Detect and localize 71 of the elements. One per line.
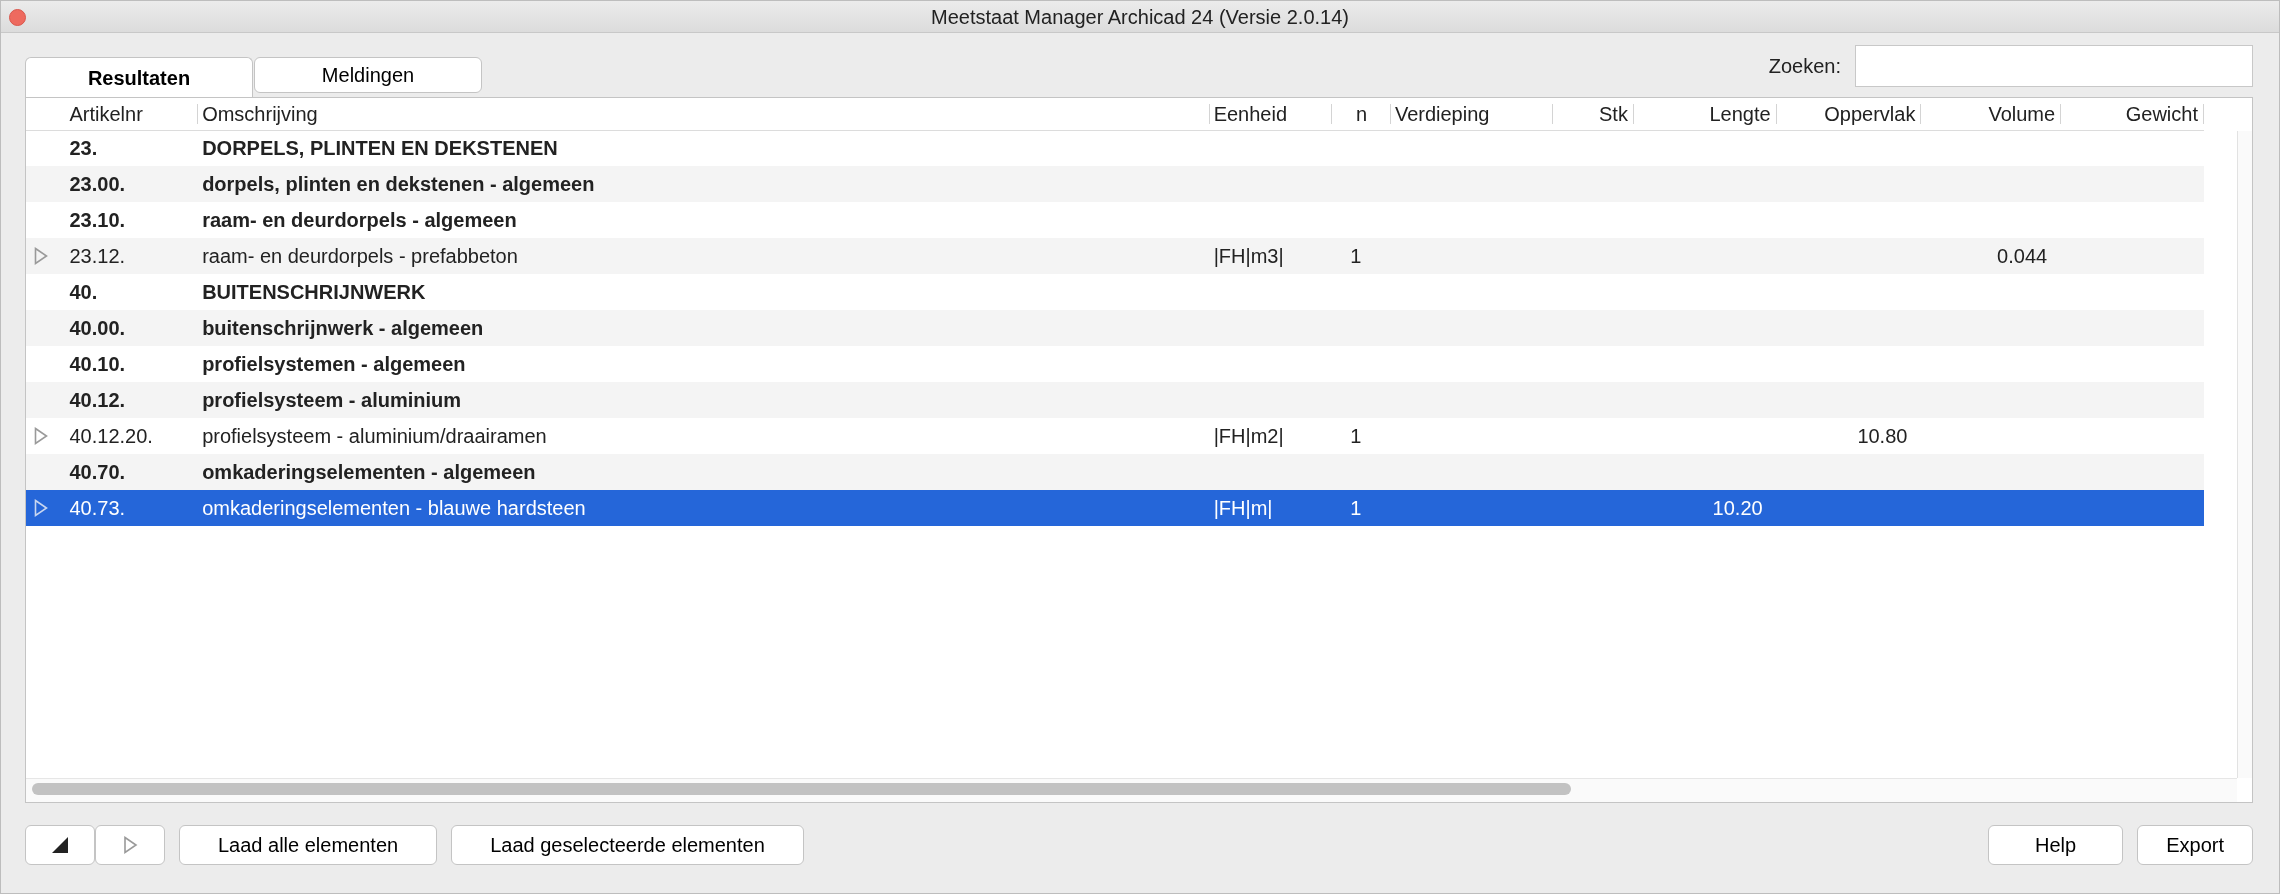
table-row[interactable]: 23. DORPELS, PLINTEN EN DEKSTENEN [26,130,2204,166]
scrollbar-thumb[interactable] [32,783,1572,795]
column-header[interactable]: Verdieping [1394,102,1490,125]
column-header[interactable]: Eenheid [1213,102,1288,125]
table-cell: 40.12.20. [69,425,153,447]
table-cell: 23.00. [69,173,126,195]
corner-triangle-icon [51,836,69,854]
table-cell: DORPELS, PLINTEN EN DEKSTENEN [202,137,558,160]
table-row[interactable]: 40. BUITENSCHRIJNWERK [26,274,2204,310]
table-cell: dorpels, plinten en dekstenen - algemeen [202,173,595,195]
horizontal-scrollbar[interactable] [26,778,2237,802]
table-row[interactable]: 40.10. profielsystemen - algemeen [26,346,2204,382]
column-header[interactable]: Lengte [1709,102,1771,125]
table-cell: 40.10. [69,353,126,375]
table-cell: 40.73. [69,497,126,519]
load-button[interactable]: Laad geselecteerde elementen [451,825,804,865]
table-row[interactable]: 23.12. raam- en deurdorpels - prefabbeton |FH|m3| 1 0.044 [26,238,2204,274]
window-title: Meetstaat Manager Archicad 24 (Versie 2.0.14) [931,4,1349,30]
close-button[interactable] [9,9,26,26]
table-row[interactable]: 23.00. dorpels, plinten en dekstenen - algemeen [26,166,2204,202]
column-header[interactable]: n [1355,102,1368,125]
table-cell: 10.20 [1712,497,1763,519]
table-row[interactable]: 40.00. buitenschrijnwerk - algemeen [26,310,2204,346]
table-cell: 1 [1350,425,1362,447]
table-cell: raam- en deurdorpels - algemeen [202,209,517,231]
column-header[interactable]: Oppervlak [1824,102,1916,125]
tab[interactable]: Resultaten [25,57,253,97]
table-cell: omkaderingselementen - algemeen [202,461,536,483]
table-cell: 40.70. [69,461,126,483]
table-cell: profielsysteem - aluminium [202,389,462,411]
table-cell: 23.12. [69,245,126,267]
table-cell: 23.10. [69,209,126,231]
table-cell: 1 [1350,497,1362,519]
table-cell: buitenschrijnwerk - algemeen [202,317,484,339]
export-button[interactable]: Export [2137,825,2253,865]
help-button[interactable]: Help [1988,825,2124,865]
column-header[interactable]: Volume [1988,102,2056,125]
table-cell: |FH|m2| [1213,425,1284,447]
table-cell: BUITENSCHRIJNWERK [202,281,426,303]
table-cell: 0.044 [1997,245,2048,267]
column-header[interactable]: Omschrijving [202,102,318,125]
table-row[interactable]: 40.12. profielsysteem - aluminium [26,382,2204,418]
tab[interactable]: Meldingen [254,57,482,93]
table-row[interactable]: 23.10. raam- en deurdorpels - algemeen [26,202,2204,238]
table-cell: 1 [1350,245,1362,267]
table-cell: 10.80 [1857,425,1908,447]
table-row[interactable]: 40.12.20. profielsysteem - aluminium/draairamen |FH|m2| 1 10.80 [26,418,2204,454]
table-cell: omkaderingselementen - blauwe hardsteen [202,497,586,519]
table-cell: 40.00. [69,317,126,339]
table-row[interactable]: 40.73. omkaderingselementen - blauwe hardsteen |FH|m| 1 10.20 [26,490,2204,526]
column-header[interactable]: Artikelnr [69,102,143,125]
expand-triangle-icon[interactable] [34,499,48,517]
table-cell: profielsysteem - aluminium/draairamen [202,425,547,447]
search-label: Zoeken: [1768,54,1841,79]
table-cell: raam- en deurdorpels - prefabbeton [202,245,518,267]
column-header[interactable]: Gewicht [2125,102,2198,125]
expand-triangle-icon[interactable] [34,247,48,265]
column-header[interactable]: Stk [1599,102,1628,125]
expand-triangle-icon[interactable] [34,427,48,445]
table-cell: |FH|m3| [1213,245,1284,267]
table-cell: 40. [69,281,98,303]
table-cell: |FH|m| [1213,497,1273,519]
corner-triangle-button[interactable] [25,825,95,865]
table-cell: profielsystemen - algemeen [202,353,466,375]
vertical-scrollbar[interactable] [2237,131,2252,778]
outline-triangle-icon [121,836,139,854]
load-button[interactable]: Laad alle elementen [179,825,438,865]
table-cell: 40.12. [69,389,126,411]
search-field[interactable] [1855,45,2253,87]
table-cell: 23. [69,137,98,160]
table-row[interactable]: 40.70. omkaderingselementen - algemeen [26,454,2204,490]
